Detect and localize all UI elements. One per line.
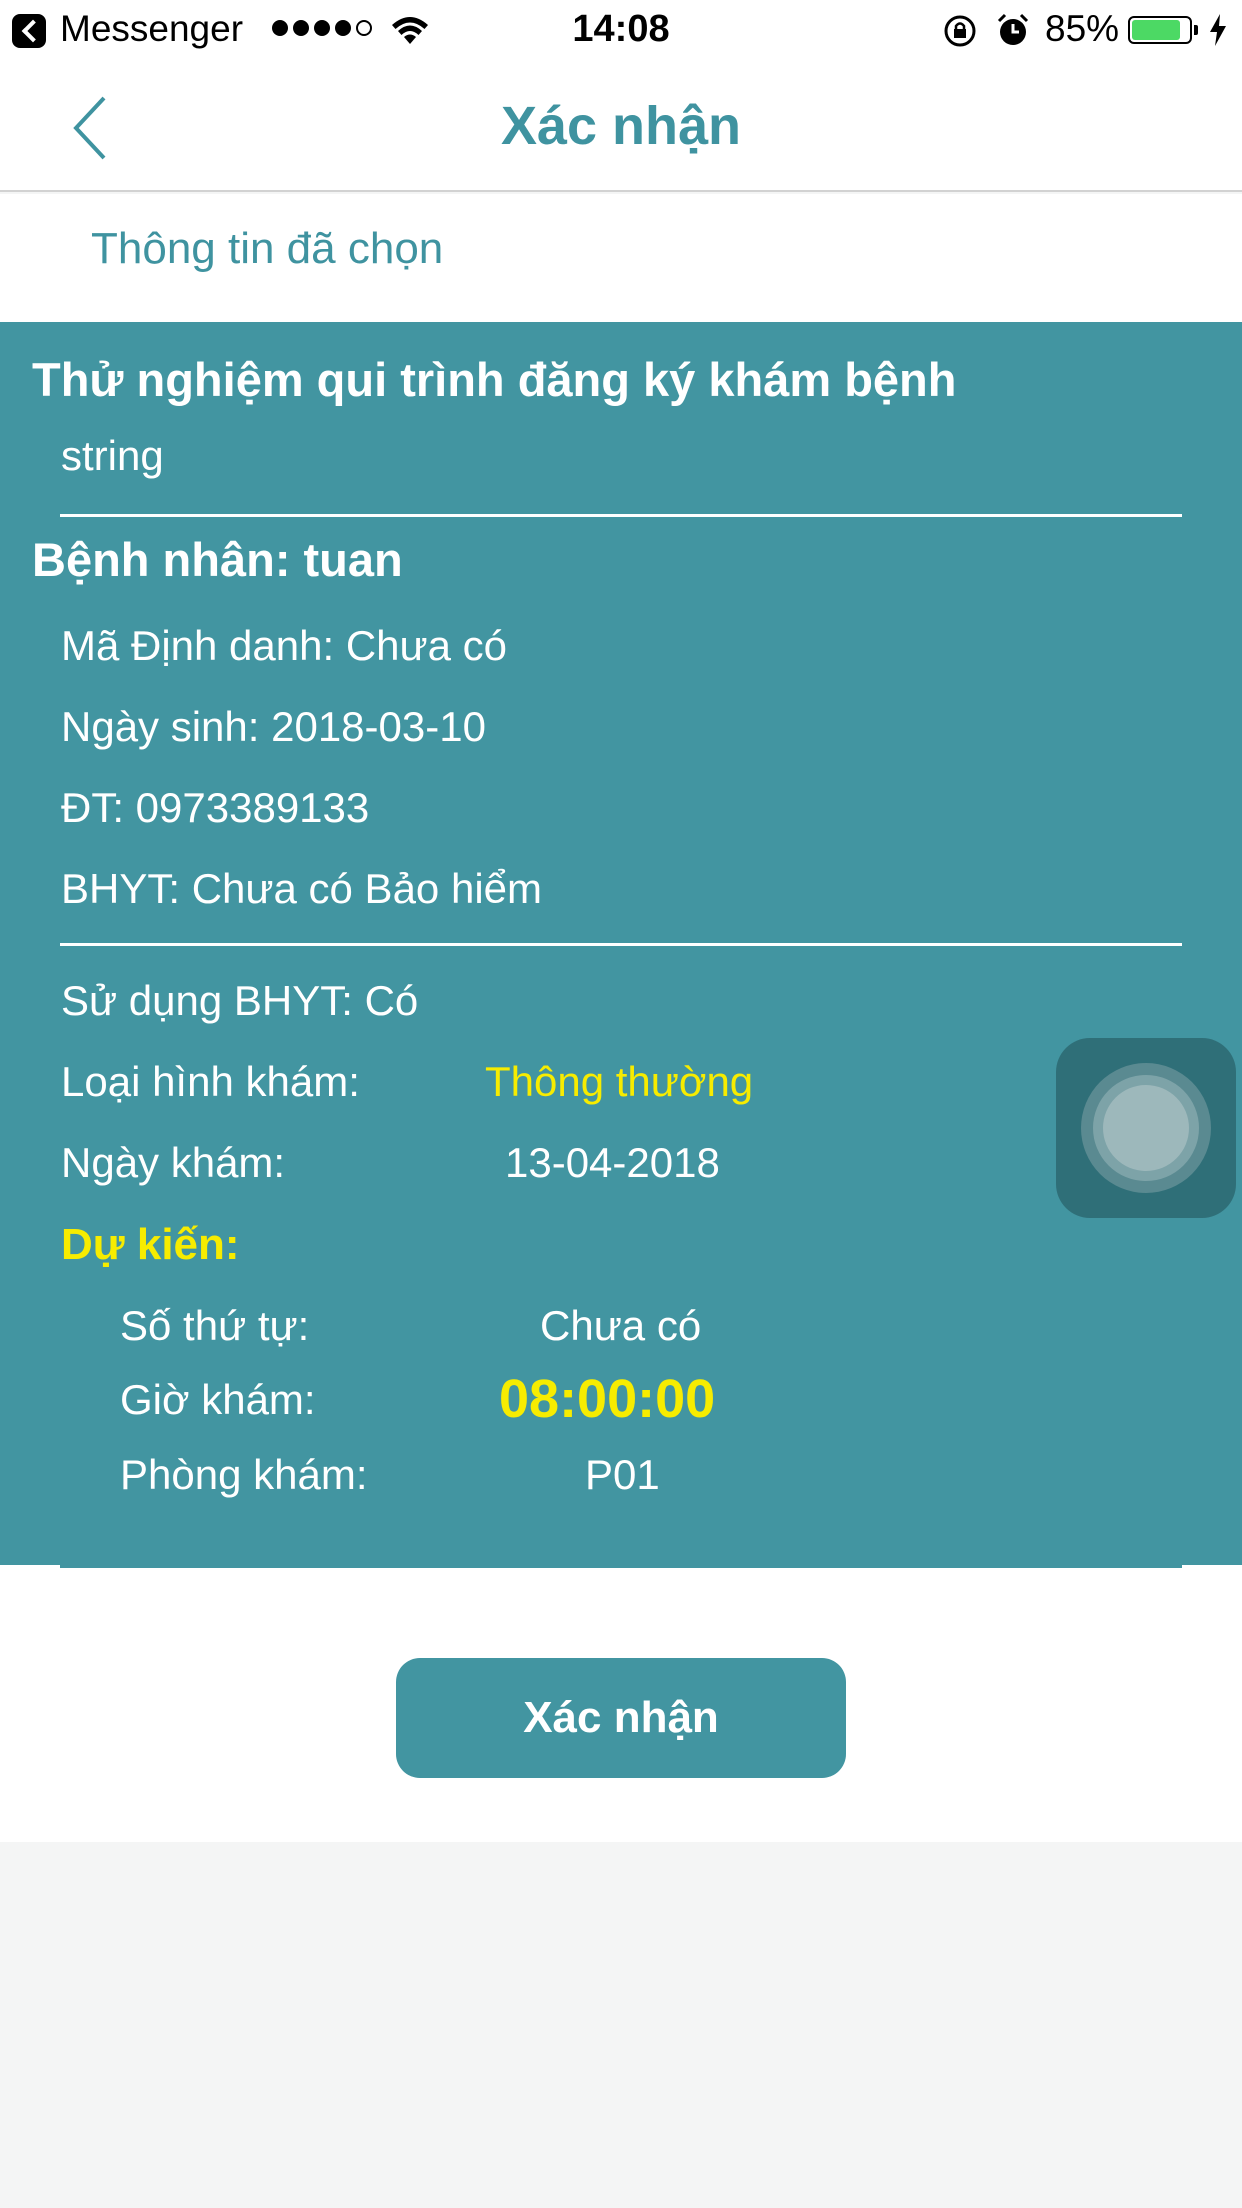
patient-insurance: BHYT: Chưa có Bảo hiểm xyxy=(61,865,542,912)
use-bhyt: Sử dụng BHYT: Có xyxy=(61,977,419,1024)
room-value: P01 xyxy=(585,1451,660,1498)
page-title: Xác nhận xyxy=(500,96,742,156)
estimate-title: Dự kiến: xyxy=(61,1220,240,1269)
section-title: Thông tin đã chọn xyxy=(91,224,444,273)
alarm-icon xyxy=(997,13,1029,45)
charging-icon xyxy=(1210,14,1226,46)
rotation-lock-icon xyxy=(944,15,976,47)
patient-title: Bệnh nhân: tuan xyxy=(32,533,403,586)
bottom-panel: Xác nhận xyxy=(0,1565,1242,1842)
patient-birthdate: Ngày sinh: 2018-03-10 xyxy=(61,703,486,750)
queue-value: Chưa có xyxy=(540,1302,702,1349)
exam-type-label: Loại hình khám: xyxy=(61,1058,360,1105)
exam-type-value: Thông thường xyxy=(485,1058,754,1105)
exam-date-value: 13-04-2018 xyxy=(505,1139,720,1186)
divider xyxy=(60,943,1182,946)
exam-time-value: 08:00:00 xyxy=(499,1369,716,1429)
battery-percent: 85% xyxy=(1045,8,1120,49)
hospital-name: Thử nghiệm qui trình đăng ký khám bệnh xyxy=(32,353,957,406)
patient-id: Mã Định danh: Chưa có xyxy=(61,622,508,669)
exam-time-label: Giờ khám: xyxy=(120,1376,316,1423)
hospital-subtitle: string xyxy=(61,432,164,479)
registration-summary-card: Thử nghiệm qui trình đăng ký khám bệnh s… xyxy=(0,322,1242,1565)
status-bar: Messenger 14:08 85% xyxy=(0,0,1242,60)
exam-date-label: Ngày khám: xyxy=(61,1139,286,1186)
nav-bar: Xác nhận xyxy=(0,60,1242,192)
divider xyxy=(60,514,1182,517)
assistive-touch-button[interactable] xyxy=(1056,1038,1236,1218)
patient-phone: ĐT: 0973389133 xyxy=(61,784,370,831)
queue-label: Số thứ tự: xyxy=(120,1302,310,1349)
confirm-button[interactable]: Xác nhận xyxy=(396,1658,846,1778)
battery-icon xyxy=(1128,16,1198,44)
room-label: Phòng khám: xyxy=(120,1451,368,1498)
section-header: Thông tin đã chọn xyxy=(0,194,1242,322)
divider xyxy=(60,1565,1182,1568)
